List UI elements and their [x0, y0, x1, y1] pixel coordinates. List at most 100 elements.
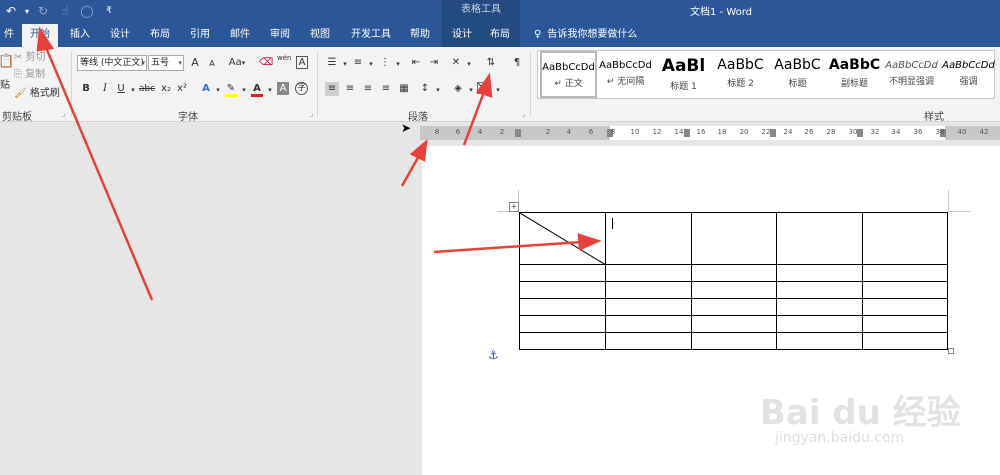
bullets-icon[interactable]: ☰ — [325, 56, 339, 70]
chevron-down-icon[interactable]: ▾ — [237, 83, 251, 97]
subscript-button[interactable]: x₂ — [159, 82, 173, 96]
tab-developer[interactable]: 开发工具 — [344, 22, 398, 47]
shrink-font-button[interactable]: A — [205, 57, 219, 71]
circle-icon[interactable]: ◯ — [76, 4, 98, 18]
table-move-handle-icon[interactable]: + — [509, 202, 519, 212]
increase-indent-icon[interactable]: ⇥ — [427, 56, 441, 70]
style-emphasis[interactable]: AaBbCcDd 强调 — [940, 51, 997, 98]
tab-help[interactable]: 帮助 — [404, 22, 436, 47]
tab-mailings[interactable]: 邮件 — [224, 22, 256, 47]
chevron-down-icon[interactable]: ▾ — [364, 57, 378, 71]
font-size-combo[interactable]: 五号 ▾ — [148, 55, 184, 71]
diagonal-header-cell[interactable] — [519, 212, 606, 265]
table-cell[interactable] — [776, 212, 864, 265]
customize-qat-icon[interactable]: ₹ — [98, 6, 120, 16]
change-case-button[interactable]: Aa▾ — [226, 56, 248, 70]
table-cell[interactable] — [519, 332, 606, 350]
table-cell[interactable] — [519, 281, 606, 299]
undo-dropdown-icon[interactable]: ▾ — [22, 7, 32, 16]
distributed-icon[interactable]: ▦ — [397, 82, 411, 96]
char-shading-button[interactable]: A — [277, 82, 289, 95]
table-cell[interactable] — [862, 212, 948, 265]
tab-design[interactable]: 设计 — [104, 22, 136, 47]
chevron-down-icon[interactable]: ▾ — [338, 57, 352, 71]
bold-button[interactable]: B — [79, 82, 93, 96]
tab-file[interactable]: 件 — [0, 22, 18, 47]
anchor-icon[interactable]: ⚓ — [488, 348, 499, 362]
table-cell[interactable] — [862, 332, 948, 350]
table-cell[interactable] — [776, 264, 864, 282]
table-cell[interactable] — [604, 332, 692, 350]
tab-table-design[interactable]: 设计 — [446, 22, 478, 47]
column-marker[interactable] — [515, 129, 521, 137]
line-spacing-icon[interactable]: ↕ — [418, 82, 432, 96]
table-cell[interactable] — [690, 264, 778, 282]
table-cell[interactable] — [604, 264, 692, 282]
tab-review[interactable]: 审阅 — [264, 22, 296, 47]
numbering-icon[interactable]: ≡ — [351, 56, 365, 70]
horizontal-ruler[interactable]: 8 6 4 2 2 4 6 8 10 12 14 16 18 20 22 24 26 28 30 32 34 36 38 40… — [420, 122, 1000, 144]
table-cell[interactable] — [776, 315, 864, 333]
table-cell[interactable] — [604, 281, 692, 299]
chevron-down-icon[interactable]: ▾ — [462, 57, 476, 71]
highlight-button[interactable]: ✎ — [224, 82, 238, 97]
tab-table-layout[interactable]: 布局 — [484, 22, 516, 47]
table-cell[interactable] — [604, 212, 692, 265]
show-marks-icon[interactable]: ¶ — [510, 56, 524, 70]
style-normal[interactable]: AaBbCcDd ↵ 正文 — [540, 51, 597, 98]
clear-format-icon[interactable]: ⌫ — [259, 56, 273, 70]
paragraph-launcher-icon[interactable]: ⌟ — [522, 110, 525, 118]
style-subtle-emphasis[interactable]: AaBbCcDd 不明显强调 — [883, 51, 940, 98]
table-cell[interactable] — [690, 315, 778, 333]
multilevel-list-icon[interactable]: ⋮ — [378, 56, 392, 70]
grow-font-button[interactable]: A — [188, 56, 202, 70]
cut-button[interactable]: ✂ 剪切 — [14, 51, 46, 65]
align-center-icon[interactable]: ≡ — [343, 82, 357, 96]
table-cell[interactable] — [862, 298, 948, 316]
chevron-down-icon[interactable]: ▾ — [391, 57, 405, 71]
table-cell[interactable] — [604, 315, 692, 333]
tab-insert[interactable]: 插入 — [64, 22, 96, 47]
table-cell[interactable] — [862, 315, 948, 333]
shading-bucket-icon[interactable]: ◈ — [451, 82, 465, 96]
enclose-char-icon[interactable]: 字 — [295, 82, 308, 95]
chinese-layout-icon[interactable]: ✕ — [449, 56, 463, 70]
decrease-indent-icon[interactable]: ⇤ — [409, 56, 423, 70]
chevron-down-icon[interactable]: ▾ — [211, 83, 225, 97]
clipboard-launcher-icon[interactable]: ⌟ — [62, 110, 65, 118]
font-name-combo[interactable]: 等线 (中文正文) ▾ — [77, 55, 147, 71]
phonetic-guide-button[interactable]: wén — [277, 55, 291, 69]
format-painter-button[interactable]: 🖌 格式刷 — [14, 87, 60, 101]
touch-mode-icon[interactable]: ☝ — [54, 4, 76, 18]
table-cell[interactable] — [862, 264, 948, 282]
sort-icon[interactable]: ⇅ — [484, 56, 498, 70]
table-cell[interactable] — [690, 212, 778, 265]
document-table[interactable] — [519, 212, 948, 350]
chevron-down-icon[interactable]: ▾ — [491, 83, 505, 97]
table-cell[interactable] — [519, 298, 606, 316]
tell-me-box[interactable]: ♀ 告诉我你想要做什么 — [534, 22, 637, 47]
paste-button[interactable]: 贴 — [0, 79, 10, 93]
char-border-button[interactable]: A — [296, 56, 308, 69]
strikethrough-button[interactable]: abc — [138, 82, 156, 96]
copy-button[interactable]: ⎘ 复制 — [14, 68, 45, 82]
font-launcher-icon[interactable]: ⌟ — [310, 110, 313, 118]
tab-layout[interactable]: 布局 — [144, 22, 176, 47]
table-cell[interactable] — [776, 332, 864, 350]
align-left-icon[interactable]: ≡ — [325, 82, 339, 96]
font-color-button[interactable]: A — [250, 82, 264, 97]
redo-icon[interactable]: ↻ — [32, 4, 54, 18]
style-title[interactable]: AaBbC 标题 — [769, 51, 826, 98]
table-cell[interactable] — [604, 298, 692, 316]
borders-diagonal-icon[interactable] — [477, 82, 489, 94]
tab-view[interactable]: 视图 — [304, 22, 336, 47]
style-no-spacing[interactable]: AaBbCcDd ↵ 无间隔 — [597, 51, 654, 98]
style-heading-1[interactable]: AaBl 标题 1 — [655, 51, 712, 98]
chevron-down-icon[interactable]: ▾ — [263, 83, 277, 97]
style-subtitle[interactable]: AaBbC 副标题 — [826, 51, 883, 98]
undo-icon[interactable]: ↶ — [0, 4, 22, 18]
chevron-down-icon[interactable]: ▾ — [431, 83, 445, 97]
align-right-icon[interactable]: ≡ — [361, 82, 375, 96]
table-resize-handle[interactable] — [948, 348, 954, 354]
table-cell[interactable] — [776, 298, 864, 316]
